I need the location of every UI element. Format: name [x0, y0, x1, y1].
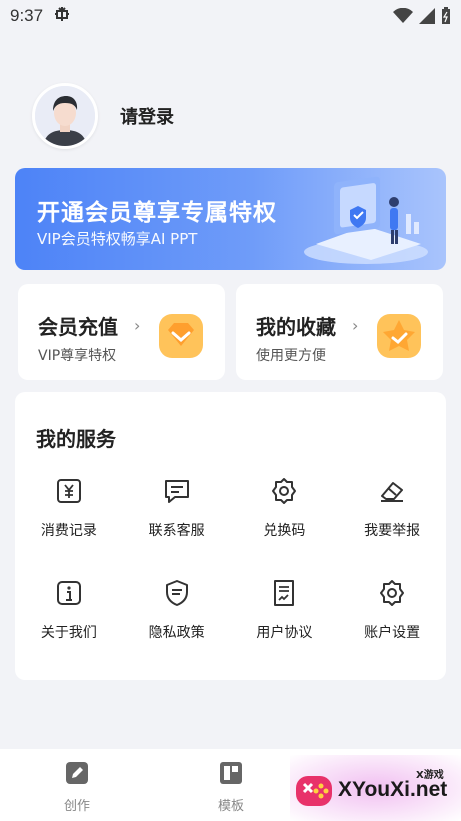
service-redeem-code[interactable]: 兑换码	[231, 470, 339, 550]
template-icon	[220, 762, 242, 784]
service-label: 联系客服	[148, 523, 205, 539]
watermark-tag: X游戏	[416, 770, 444, 781]
diamond-icon	[159, 314, 203, 358]
star-icon	[377, 314, 421, 358]
vip-illustration-icon	[304, 176, 428, 264]
favorites-subtitle: 使用更方便	[256, 348, 326, 364]
watermark-site: XYouXi.net	[338, 778, 448, 801]
vip-recharge-title: 会员充值	[38, 315, 118, 339]
edit-icon	[66, 762, 88, 784]
gear-badge-icon	[272, 478, 297, 504]
vip-banner-subtitle: VIP会员特权畅享AI PPT	[37, 230, 198, 248]
settings-icon	[380, 580, 405, 606]
service-account-settings[interactable]: 账户设置	[338, 572, 446, 652]
vip-banner-title: 开通会员尊享专属特权	[37, 200, 277, 226]
vip-recharge-subtitle: VIP尊享特权	[38, 348, 117, 364]
service-label: 隐私政策	[148, 625, 205, 641]
status-icons	[393, 7, 451, 25]
battery-icon	[442, 7, 450, 24]
service-contact-support[interactable]: 联系客服	[123, 470, 231, 550]
status-bar: 9:37	[0, 0, 461, 32]
service-label: 我要举报	[364, 523, 421, 539]
service-label: 用户协议	[256, 625, 313, 641]
wifi-icon	[393, 8, 413, 23]
service-about-us[interactable]: 关于我们	[15, 572, 123, 652]
bug-icon	[53, 5, 71, 27]
signal-icon	[419, 8, 435, 24]
chevron-right-icon: ›	[134, 316, 141, 335]
service-user-agreement[interactable]: 用户协议	[231, 572, 339, 652]
favorites-card[interactable]: 我的收藏 › 使用更方便	[236, 284, 443, 380]
services-grid: 消费记录 联系客服 兑换码 我要举报 关于我们 隐私政策 用户协议 账户设置	[15, 470, 446, 652]
vip-banner[interactable]: 开通会员尊享专属特权 VIP会员特权畅享AI PPT	[15, 168, 446, 270]
avatar[interactable]	[32, 83, 98, 149]
watermark-logo-icon	[296, 776, 332, 806]
service-label: 兑换码	[263, 523, 306, 539]
document-icon	[274, 580, 295, 606]
nav-label: 创作	[63, 799, 90, 814]
favorites-title: 我的收藏	[256, 315, 336, 339]
profile-section[interactable]: 请登录	[32, 83, 174, 149]
nav-label: 模板	[217, 799, 244, 814]
login-prompt[interactable]: 请登录	[120, 103, 174, 129]
status-time: 9:37	[10, 6, 44, 25]
service-purchase-records[interactable]: 消费记录	[15, 470, 123, 550]
service-label: 账户设置	[364, 625, 421, 641]
service-report[interactable]: 我要举报	[338, 470, 446, 550]
service-label: 消费记录	[40, 523, 97, 539]
services-title: 我的服务	[36, 427, 116, 451]
receipt-icon	[56, 479, 81, 503]
nav-item-templates[interactable]: 模板	[191, 761, 271, 814]
chevron-right-icon: ›	[352, 316, 359, 335]
vip-recharge-card[interactable]: 会员充值 › VIP尊享特权	[18, 284, 225, 380]
service-privacy-policy[interactable]: 隐私政策	[123, 572, 231, 652]
info-icon	[56, 581, 81, 605]
service-label: 关于我们	[40, 625, 97, 641]
message-icon	[164, 480, 189, 503]
nav-item-create[interactable]: 创作	[37, 761, 117, 814]
eraser-icon	[381, 482, 404, 502]
shield-icon	[165, 580, 188, 606]
my-services-panel: 我的服务 消费记录 联系客服 兑换码 我要举报 关于我们 隐私政策 用户协议 账…	[15, 392, 446, 680]
